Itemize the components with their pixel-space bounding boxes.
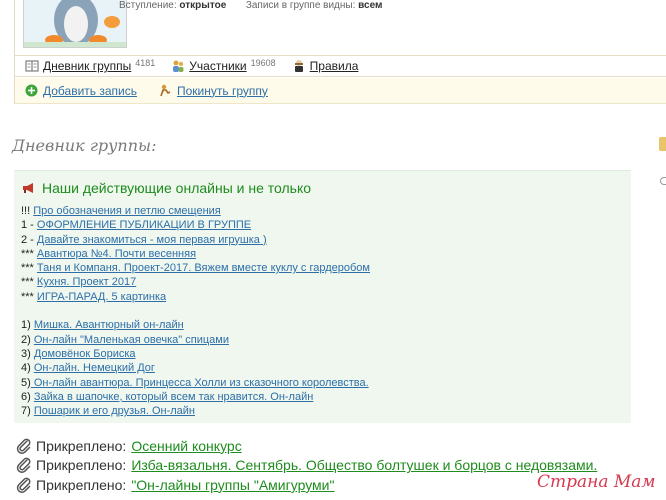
attached-item: Прикреплено: "Он-лайны группы "Амигуруми… [16, 475, 597, 495]
group-tabs: Дневник группы 4181 Участники 19608 Прав… [15, 55, 666, 77]
leave-group-action[interactable]: Покинуть группу [159, 84, 268, 98]
list-item: 1 - ОФОРМЛЕНИЕ ПУБЛИКАЦИИ В ГРУППЕ [21, 218, 370, 232]
list-item: *** Таня и Компаня. Проект-2017. Вяжем в… [21, 261, 370, 275]
list-prefix: *** [21, 276, 37, 289]
pinned-link[interactable]: Он-лайн. Немецкий Дог [34, 362, 155, 374]
attached-item: Прикреплено: Осенний конкурс [16, 436, 597, 456]
group-header: Вступление: открытое Записи в группе вид… [14, 0, 666, 104]
judge-icon [292, 59, 306, 73]
list-item: 5) Он-лайн авантюра. Принцесса Холли из … [21, 376, 370, 390]
pinned-link[interactable]: Зайка в шапочке, который всем так нравит… [34, 391, 313, 403]
list-prefix: 4) [21, 362, 34, 375]
list-prefix: 5) [21, 376, 31, 389]
tab-rules[interactable]: Правила [292, 59, 359, 73]
pinned-heading: Наши действующие онлайны и не только [22, 180, 311, 196]
attached-link[interactable]: Осенний конкурс [131, 438, 241, 454]
posts-visible-label: Записи в группе видны: [245, 0, 356, 11]
attached-prefix: Прикреплено: [36, 457, 127, 474]
pinned-link[interactable]: Пошарик и его друзья. Он-лайн [34, 405, 195, 417]
list-prefix: *** [21, 290, 37, 303]
pinned-heading-text: Наши действующие онлайны и не только [42, 180, 312, 196]
list-item: 2 - Давайте знакомиться - моя первая игр… [21, 233, 370, 247]
pinned-link[interactable]: Он-лайн авантюра. Принцесса Холли из ска… [31, 377, 369, 389]
megaphone-icon [22, 182, 36, 194]
pinned-link[interactable]: Кухня. Проект 2017 [37, 276, 136, 288]
entry-label: Вступление: [119, 0, 177, 11]
list-prefix: 1 - [21, 219, 37, 232]
list-prefix: 6) [21, 390, 34, 403]
list-prefix: !!! [21, 205, 34, 217]
add-post-link[interactable]: Добавить запись [43, 84, 137, 98]
pinned-link[interactable]: Домовёнок Бориска [34, 348, 136, 360]
list-item: *** Авантюра №4. Почти весенняя [21, 247, 370, 261]
leave-icon [159, 84, 172, 97]
tab-diary[interactable]: Дневник группы 4181 [25, 58, 156, 73]
paperclip-icon [16, 477, 32, 493]
tab-diary-count: 4181 [135, 58, 156, 68]
list-item: 6) Зайка в шапочке, который всем так нра… [21, 390, 370, 404]
attached-posts: Прикреплено: Осенний конкурс Прикреплено… [16, 436, 597, 495]
group-actions: Добавить запись Покинуть группу [15, 78, 666, 104]
sidebar-edge-icon [660, 177, 666, 185]
posts-visible-value: всем [358, 0, 383, 11]
list-item: !!! Про обозначения и петлю смещения [21, 204, 370, 218]
attached-item: Прикреплено: Изба-вязальня. Сентябрь. Об… [16, 456, 597, 476]
list-item: 4) Он-лайн. Немецкий Дог [21, 361, 370, 375]
group-meta: Вступление: открытое Записи в группе вид… [119, 0, 382, 11]
tab-members[interactable]: Участники 19608 [171, 58, 276, 73]
pinned-link[interactable]: ИГРА-ПАРАД. 5 картинка [37, 291, 166, 303]
pinned-link[interactable]: Давайте знакомиться - моя первая игрушка… [37, 234, 267, 246]
entry-value: открытое [179, 0, 227, 11]
attached-link[interactable]: Изба-вязальня. Сентябрь. Общество болтуш… [131, 457, 597, 473]
list-item: *** ИГРА-ПАРАД. 5 картинка [21, 290, 370, 304]
list-item: 1) Мишка. Авантюрный он-лайн [21, 318, 370, 332]
group-avatar[interactable] [23, 0, 127, 48]
people-icon [171, 59, 185, 73]
diary-title: Дневник группы: [12, 136, 157, 155]
pinned-online-box: Наши действующие онлайны и не только !!!… [14, 170, 631, 423]
list-item: 2) Он-лайн "Маленькая овечка" спицами [21, 333, 370, 347]
paperclip-icon [16, 438, 32, 454]
list-prefix: 7) [21, 405, 34, 418]
attached-prefix: Прикреплено: [36, 437, 127, 454]
list-prefix: 1) [21, 319, 34, 332]
list-item: *** Кухня. Проект 2017 [21, 275, 370, 289]
pinned-link[interactable]: Мишка. Авантюрный он-лайн [34, 319, 184, 331]
list-prefix: 3) [21, 347, 34, 360]
tab-diary-label[interactable]: Дневник группы [43, 59, 131, 73]
pinned-link[interactable]: Он-лайн "Маленькая овечка" спицами [34, 334, 229, 346]
tab-members-count: 19608 [250, 58, 276, 68]
pinned-link[interactable]: Про обозначения и петлю смещения [33, 205, 221, 217]
pinned-links-list: !!! Про обозначения и петлю смещения 1 -… [21, 204, 370, 418]
list-prefix: *** [21, 247, 37, 260]
pinned-link[interactable]: Таня и Компаня. Проект-2017. Вяжем вмест… [37, 262, 370, 274]
list-item: 7) Пошарик и его друзья. Он-лайн [21, 404, 370, 418]
list-prefix: 2) [21, 333, 34, 346]
list-prefix: *** [21, 262, 37, 275]
paperclip-icon [16, 457, 32, 474]
tab-members-label[interactable]: Участники [189, 59, 246, 73]
list-prefix: 2 - [21, 233, 37, 246]
leave-group-link[interactable]: Покинуть группу [177, 84, 268, 98]
book-icon [25, 59, 39, 73]
sidebar-edge-marker [659, 137, 666, 151]
list-item: 3) Домовёнок Бориска [21, 347, 370, 361]
add-post-action[interactable]: Добавить запись [25, 84, 137, 98]
pinned-link[interactable]: Авантюра №4. Почти весенняя [37, 248, 196, 260]
tab-rules-label[interactable]: Правила [310, 59, 359, 73]
pinned-link[interactable]: ОФОРМЛЕНИЕ ПУБЛИКАЦИИ В ГРУППЕ [37, 219, 251, 231]
site-watermark-logo: Страна Мам [537, 472, 656, 492]
attached-prefix: Прикреплено: [36, 476, 127, 493]
attached-link[interactable]: "Он-лайны группы "Амигуруми" [131, 477, 334, 493]
add-icon [25, 84, 38, 97]
